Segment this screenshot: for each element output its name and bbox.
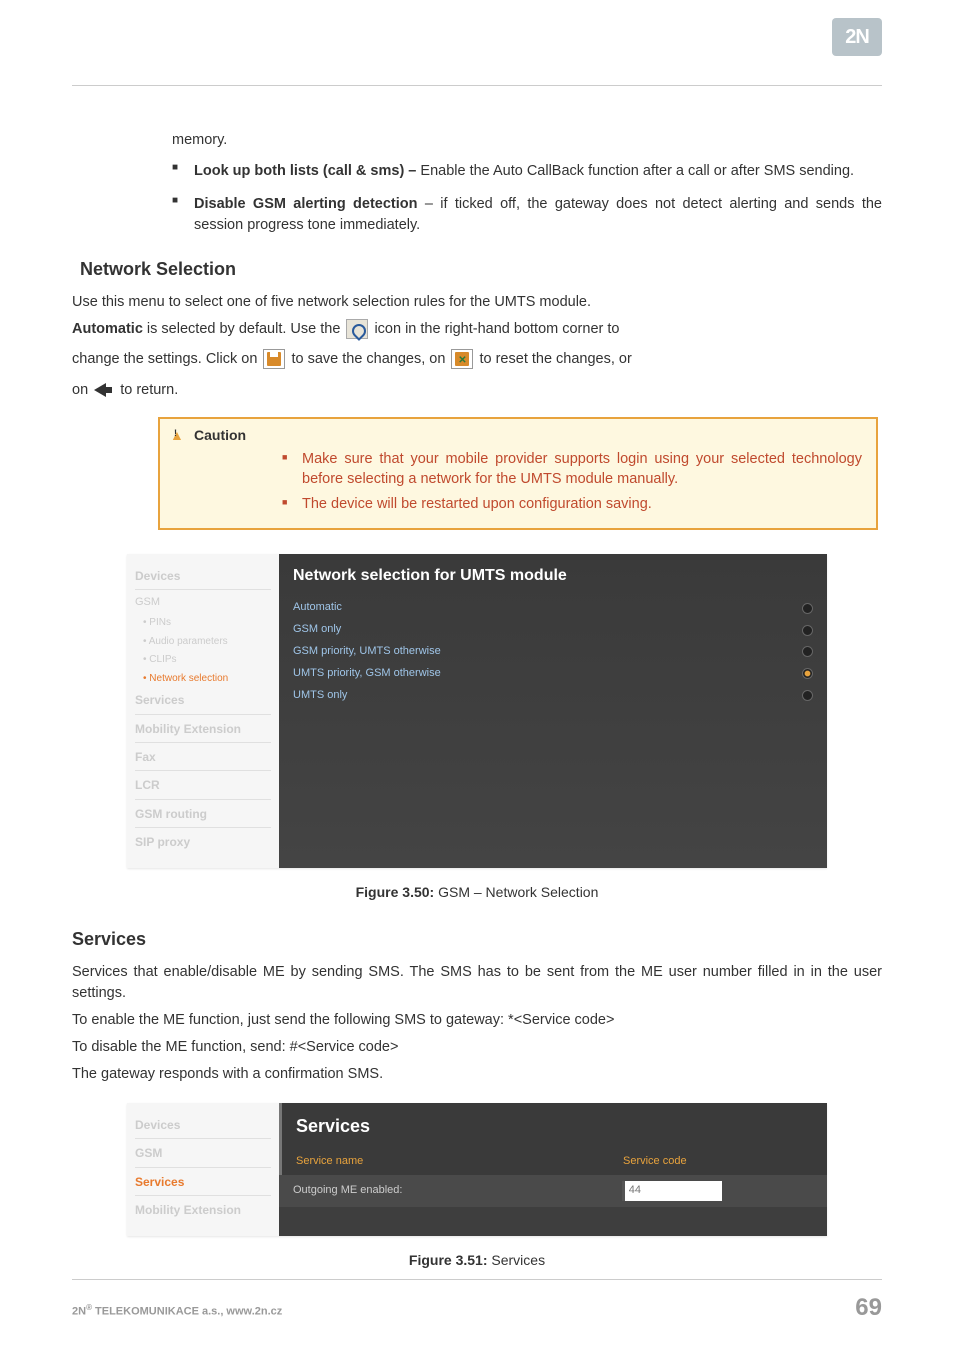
radio-icon[interactable] (802, 625, 813, 636)
ss1-main: Network selection for UMTS module Automa… (279, 554, 827, 868)
page-header: 2N (72, 0, 882, 86)
ss1-row-3[interactable]: UMTS priority, GSM otherwise (279, 663, 827, 685)
automatic-line-3: on to return. (72, 380, 882, 401)
page-footer: 2N® TELEKOMUNIKACE a.s., www.2n.cz 69 (72, 1279, 882, 1322)
auto-text-2b: to save the changes, on (291, 351, 449, 367)
ss1-nav-clips[interactable]: • CLIPs (135, 651, 271, 670)
radio-icon[interactable] (802, 603, 813, 614)
ss2-main-title: Services (279, 1103, 827, 1149)
caution-item-2: The device will be restarted upon config… (282, 494, 862, 514)
ss1-nav-gsm[interactable]: GSM (135, 592, 271, 614)
services-p3: To disable the ME function, send: #<Serv… (72, 1037, 882, 1058)
ss2-main: Services Service name Service code Outgo… (279, 1103, 827, 1236)
ss1-nav-netsel[interactable]: • Network selection (135, 670, 271, 689)
fig2-bold: Figure 3.51: (409, 1252, 488, 1268)
auto-text-3a: on (72, 382, 92, 398)
services-p4: The gateway responds with a confirmation… (72, 1064, 882, 1085)
ss1-main-title: Network selection for UMTS module (279, 554, 827, 597)
auto-text-2c: to reset the changes, or (479, 351, 631, 367)
bullet-lookup-rest: Enable the Auto CallBack function after … (420, 163, 854, 179)
caution-title: ! Caution (160, 419, 876, 449)
ss2-table-head: Service name Service code (279, 1149, 827, 1175)
bullet-lookup: Look up both lists (call & sms) – Enable… (172, 161, 882, 182)
back-arrow-icon (94, 380, 114, 400)
page-number: 69 (855, 1294, 882, 1322)
bullet-disable-bold: Disable GSM alerting detection (194, 196, 417, 212)
caution-title-text: Caution (194, 427, 246, 443)
memory-text: memory. (172, 132, 227, 148)
radio-icon-selected[interactable] (802, 668, 813, 679)
ss1-nav-me[interactable]: Mobility Extension (135, 717, 271, 743)
ss2-nav-devices: Devices (135, 1113, 271, 1139)
wrench-icon (346, 319, 368, 339)
ss1-row-2-label: GSM priority, UMTS otherwise (293, 644, 441, 660)
ss2-nav-services[interactable]: Services (135, 1170, 271, 1196)
auto-text-1c: icon in the right-hand bottom corner to (374, 321, 619, 337)
screenshot-services: Devices GSM Services Mobility Extension … (127, 1103, 827, 1236)
fig1-rest: GSM – Network Selection (434, 884, 598, 900)
figure-3-50-caption: Figure 3.50: GSM – Network Selection (72, 882, 882, 902)
network-intro: Use this menu to select one of five netw… (72, 292, 882, 313)
fig2-rest: Services (488, 1252, 546, 1268)
feature-bullets: Look up both lists (call & sms) – Enable… (172, 161, 882, 236)
ss1-row-4-label: UMTS only (293, 688, 347, 704)
ss2-col-service-code: Service code (609, 1154, 827, 1170)
radio-icon[interactable] (802, 690, 813, 701)
ss1-nav-devices: Devices (135, 564, 271, 590)
automatic-line-1: Automatic is selected by default. Use th… (72, 319, 882, 340)
ss1-nav-lcr[interactable]: LCR (135, 773, 271, 799)
ss1-nav-audio[interactable]: • Audio parameters (135, 633, 271, 652)
service-code-input[interactable]: 44 (622, 1181, 722, 1201)
bullet-disable-gsm: Disable GSM alerting detection – if tick… (172, 194, 882, 236)
ss1-nav: Devices GSM • PINs • Audio parameters • … (127, 554, 279, 868)
ss2-col-service-name: Service name (282, 1154, 609, 1170)
automatic-bold: Automatic (72, 321, 143, 337)
fig1-bold: Figure 3.50: (356, 884, 435, 900)
ss1-row-4[interactable]: UMTS only (279, 685, 827, 707)
automatic-line-2: change the settings. Click on to save th… (72, 346, 882, 374)
ss2-row-label: Outgoing ME enabled: (279, 1183, 608, 1199)
ss2-nav-me[interactable]: Mobility Extension (135, 1198, 271, 1223)
footer-company: 2N® TELEKOMUNIKACE a.s., www.2n.cz (72, 1303, 282, 1318)
footer-rest: TELEKOMUNIKACE a.s., www.2n.cz (92, 1306, 282, 1318)
reset-icon (451, 349, 473, 369)
services-p2: To enable the ME function, just send the… (72, 1010, 882, 1031)
save-icon (263, 349, 285, 369)
caution-box: ! Caution Make sure that your mobile pro… (158, 417, 878, 530)
ss1-nav-pins[interactable]: • PINs (135, 614, 271, 633)
ss1-nav-services[interactable]: Services (135, 688, 271, 714)
ss1-nav-sip[interactable]: SIP proxy (135, 830, 271, 855)
auto-text-2a: change the settings. Click on (72, 351, 261, 367)
bullet-lookup-bold: Look up both lists (call & sms) – (194, 163, 420, 179)
services-p1: Services that enable/disable ME by sendi… (72, 962, 882, 1004)
ss1-nav-gsmrouting[interactable]: GSM routing (135, 802, 271, 828)
auto-text-3b: to return. (120, 382, 178, 398)
ss2-nav-gsm[interactable]: GSM (135, 1141, 271, 1167)
ss1-row-2[interactable]: GSM priority, UMTS otherwise (279, 641, 827, 663)
ss1-row-3-label: UMTS priority, GSM otherwise (293, 666, 441, 682)
ss2-nav: Devices GSM Services Mobility Extension (127, 1103, 279, 1236)
figure-3-51-caption: Figure 3.51: Services (72, 1250, 882, 1270)
ss1-nav-fax[interactable]: Fax (135, 745, 271, 771)
footer-2n: 2N (72, 1306, 86, 1318)
caution-item-1: Make sure that your mobile provider supp… (282, 449, 862, 490)
ss2-table-row: Outgoing ME enabled: 44 (279, 1175, 827, 1207)
ss1-row-1-label: GSM only (293, 622, 341, 638)
screenshot-network-selection: Devices GSM • PINs • Audio parameters • … (127, 554, 827, 868)
ss1-row-1[interactable]: GSM only (279, 619, 827, 641)
ss1-row-0-label: Automatic (293, 600, 342, 616)
radio-icon[interactable] (802, 646, 813, 657)
services-heading: Services (72, 926, 882, 952)
auto-text-1b: is selected by default. Use the (143, 321, 345, 337)
network-selection-heading: Network Selection (80, 256, 882, 282)
ss1-row-0[interactable]: Automatic (279, 597, 827, 619)
logo-2n: 2N (832, 18, 882, 56)
